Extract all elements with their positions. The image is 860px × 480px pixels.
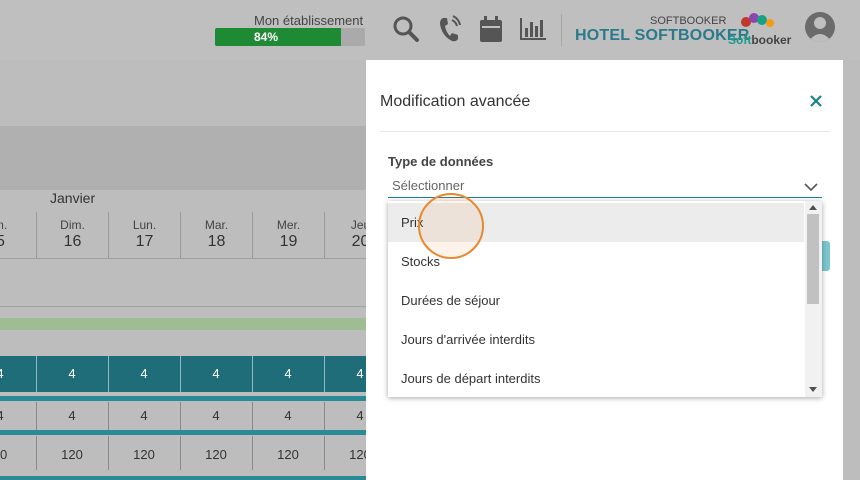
cell-divider [36,436,37,470]
day-column: m.5 [0,212,36,258]
price-cell[interactable]: 120 [324,447,366,462]
user-avatar-icon[interactable] [805,12,835,42]
background-band [0,60,366,126]
day-column: Mer. 19 [252,212,324,258]
day-name: m. [0,218,8,232]
data-type-select[interactable]: Sélectionner [388,174,822,198]
day-name: Dim. [60,218,85,232]
cell-divider [324,356,325,392]
price-cell[interactable]: 120 [36,447,108,462]
row-accent [0,476,366,480]
day-date: 20 [351,233,366,250]
hotel-name[interactable]: HOTEL SOFTBOOKER [575,27,749,45]
stock-cell[interactable]: 4 [180,366,252,381]
phone-icon[interactable] [434,12,464,46]
day-column: Lun. 17 [108,212,180,258]
stock-cell[interactable]: 4 [0,366,36,381]
cell-divider [36,356,37,392]
top-header: Mon établissement 84% SOFTBOOKER HOTEL S… [0,0,860,60]
stock-cell[interactable]: 4 [36,408,108,423]
logo-text: Softbooker [728,33,792,47]
cell-divider [180,436,181,470]
cell-divider [324,402,325,430]
scroll-down-arrow[interactable] [809,387,817,392]
option-jours-depart-interdits[interactable]: Jours de départ interdits [388,359,804,397]
day-column: Dim. 16 [36,212,108,258]
header-separator [561,14,562,46]
price-cell[interactable]: 120 [180,447,252,462]
panel-divider [380,131,830,132]
brand-label: SOFTBOOKER [650,15,727,27]
cell-divider [36,402,37,430]
calendar-icon[interactable] [476,12,506,46]
day-column: Mar. 18 [180,212,252,258]
stock-cell[interactable]: 4 [180,408,252,423]
price-cell[interactable]: 120 [108,447,180,462]
price-cell[interactable]: 20 [0,447,36,462]
stock-cell[interactable]: 4 [252,408,324,423]
option-prix[interactable]: Prix [388,203,804,242]
scroll-up-arrow[interactable] [809,205,817,210]
cell-divider [252,402,253,430]
cell-divider [108,356,109,392]
cell-divider [180,402,181,430]
day-date: 17 [135,233,154,250]
progress-text: 84% [253,30,279,44]
bar-chart-icon[interactable] [518,12,548,46]
stock-cell[interactable]: 4 [0,408,36,423]
divider [0,306,366,307]
row-accent [0,396,366,401]
cell-divider [108,436,109,470]
scroll-thumb[interactable] [807,214,819,304]
stock-cell[interactable]: 4 [108,408,180,423]
establishment-label: Mon établissement [254,13,364,28]
day-name: Lun. [132,218,157,232]
data-type-dropdown: Prix Stocks Durées de séjour Jours d'arr… [388,201,822,397]
select-placeholder: Sélectionner [392,178,465,193]
cell-divider [324,436,325,470]
cell-divider [252,356,253,392]
cell-divider [180,356,181,392]
advanced-edit-panel: Modification avancée Type de données Sél… [366,60,843,480]
day-date: 19 [279,233,298,250]
option-durees-sejour[interactable]: Durées de séjour [388,281,804,320]
stock-cell[interactable]: 4 [324,366,366,381]
background-toolbar [0,126,366,190]
cell-divider [108,402,109,430]
option-stocks[interactable]: Stocks [388,242,804,281]
cell-divider [252,436,253,470]
day-name: Mer. [276,218,301,232]
panel-title: Modification avancée [380,93,531,110]
availability-bar [0,318,366,330]
dropdown-scrollbar[interactable] [805,201,822,397]
data-type-label: Type de données [388,154,494,169]
option-jours-arrivee-interdits[interactable]: Jours d'arrivée interdits [388,320,804,359]
month-label: Janvier [50,190,96,206]
day-date: 5 [0,233,5,250]
search-icon[interactable] [391,12,421,46]
chevron-down-icon [804,179,818,197]
divider [0,258,366,259]
day-date: 16 [63,233,82,250]
planning-calendar: Janvier m.5Dim.16Lun.17Mar.18Mer.19Jeu20… [0,190,366,480]
row-accent [0,430,366,435]
day-name: Jeu [350,218,366,232]
stock-cell[interactable]: 4 [324,408,366,423]
stock-cell[interactable]: 4 [36,366,108,381]
price-cell[interactable]: 120 [252,447,324,462]
apply-button-edge[interactable] [822,241,830,271]
stock-cell[interactable]: 4 [108,366,180,381]
establishment-progress-bar: 84% [215,28,365,46]
overlay-edge [843,60,860,480]
day-name: Mar. [204,218,229,232]
close-icon[interactable] [807,92,825,110]
day-column: Jeu20 [324,212,366,258]
stock-cell[interactable]: 4 [252,366,324,381]
day-date: 18 [207,233,226,250]
